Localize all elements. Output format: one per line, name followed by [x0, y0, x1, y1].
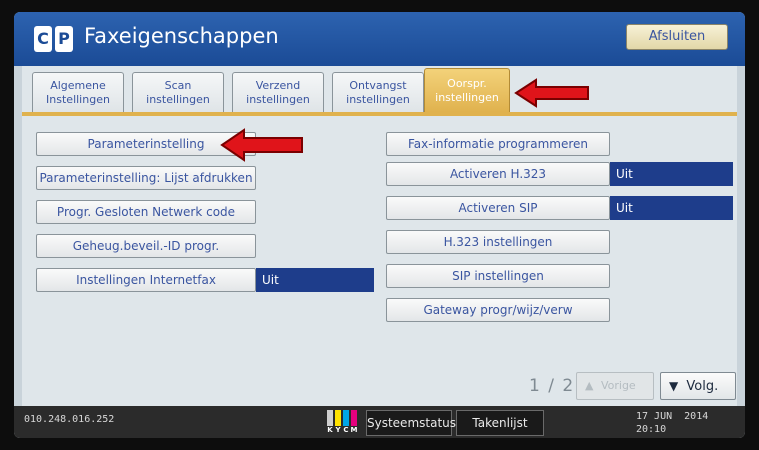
- closed-network-code-button[interactable]: Progr. Gesloten Netwerk code: [36, 200, 256, 224]
- tab-label-line2: instellingen: [435, 91, 499, 104]
- sip-value: Uit: [610, 196, 733, 220]
- ip-address: 010.248.016.252: [24, 414, 115, 425]
- tab-label-line2: instellingen: [246, 93, 310, 106]
- toner-letter-k: K: [327, 426, 333, 434]
- sip-settings-button[interactable]: SIP instellingen: [386, 264, 610, 288]
- printer-touchscreen: C P Faxeigenschappen Afsluiten Algemene …: [14, 12, 745, 438]
- tab-initial-settings[interactable]: Oorspr. instellingen: [424, 68, 510, 112]
- time: 20:10: [636, 424, 667, 435]
- close-button[interactable]: Afsluiten: [626, 24, 728, 50]
- triangle-up-icon: ▲: [585, 379, 594, 392]
- tab-label-line2: instellingen: [346, 93, 410, 106]
- page-total: 2: [562, 376, 574, 396]
- job-list-button[interactable]: Takenlijst: [456, 410, 544, 436]
- tab-scan-settings[interactable]: Scan instellingen: [132, 72, 224, 112]
- tab-label-line1: Ontvangst: [349, 79, 407, 92]
- fax-info-program-button[interactable]: Fax-informatie programmeren: [386, 132, 610, 156]
- toner-letter-c: C: [343, 426, 349, 434]
- copier-logo-icon: C P: [34, 26, 74, 52]
- tab-send-settings[interactable]: Verzend instellingen: [232, 72, 324, 112]
- tab-underline: [22, 112, 737, 116]
- red-arrow-icon: [220, 128, 303, 162]
- gateway-program-button[interactable]: Gateway progr/wijz/verw: [386, 298, 610, 322]
- triangle-down-icon: ▼: [669, 379, 679, 393]
- tab-label-line2: Instellingen: [46, 93, 110, 106]
- tab-label-line1: Scan: [164, 79, 192, 92]
- status-bar: 010.248.016.252 K Y C M Systeemstatus Ta…: [14, 406, 745, 438]
- previous-page-button[interactable]: ▲ Vorige: [576, 372, 654, 400]
- h323-value: Uit: [610, 162, 733, 186]
- internet-fax-value: Uit: [256, 268, 374, 292]
- toner-letter-m: M: [350, 426, 358, 434]
- next-label: Volg.: [686, 379, 719, 394]
- h323-settings-button[interactable]: H.323 instellingen: [386, 230, 610, 254]
- tab-label-line1: Verzend: [255, 79, 301, 92]
- next-page-button[interactable]: ▼ Volg.: [660, 372, 736, 400]
- page-indicator: 1 / 2: [529, 376, 573, 396]
- page-separator: /: [548, 376, 554, 396]
- tab-general-settings[interactable]: Algemene Instellingen: [32, 72, 124, 112]
- tab-label-line1: Oorspr.: [447, 77, 487, 90]
- toner-level-icon[interactable]: K Y C M: [326, 410, 360, 434]
- title-bar: C P Faxeigenschappen Afsluiten: [14, 12, 745, 66]
- tab-label-line1: Algemene: [50, 79, 106, 92]
- toner-letter-y: Y: [335, 426, 341, 434]
- page-title: Faxeigenschappen: [84, 24, 279, 48]
- tab-label-line2: instellingen: [146, 93, 210, 106]
- date-time: 17 JUN 2014 20:10: [636, 410, 708, 436]
- system-status-button[interactable]: Systeemstatus: [366, 410, 456, 436]
- parameter-list-print-button[interactable]: Parameterinstelling: Lijst afdrukken: [36, 166, 256, 190]
- memory-lock-id-button[interactable]: Geheug.beveil.-ID progr.: [36, 234, 256, 258]
- date: 17 JUN 2014: [636, 411, 709, 422]
- activate-sip-button[interactable]: Activeren SIP: [386, 196, 610, 220]
- internet-fax-settings-button[interactable]: Instellingen Internetfax: [36, 268, 256, 292]
- previous-label: Vorige: [600, 379, 636, 392]
- activate-h323-button[interactable]: Activeren H.323: [386, 162, 610, 186]
- page-current: 1: [529, 376, 540, 396]
- tab-receive-settings[interactable]: Ontvangst instellingen: [332, 72, 424, 112]
- red-arrow-icon: [514, 78, 589, 108]
